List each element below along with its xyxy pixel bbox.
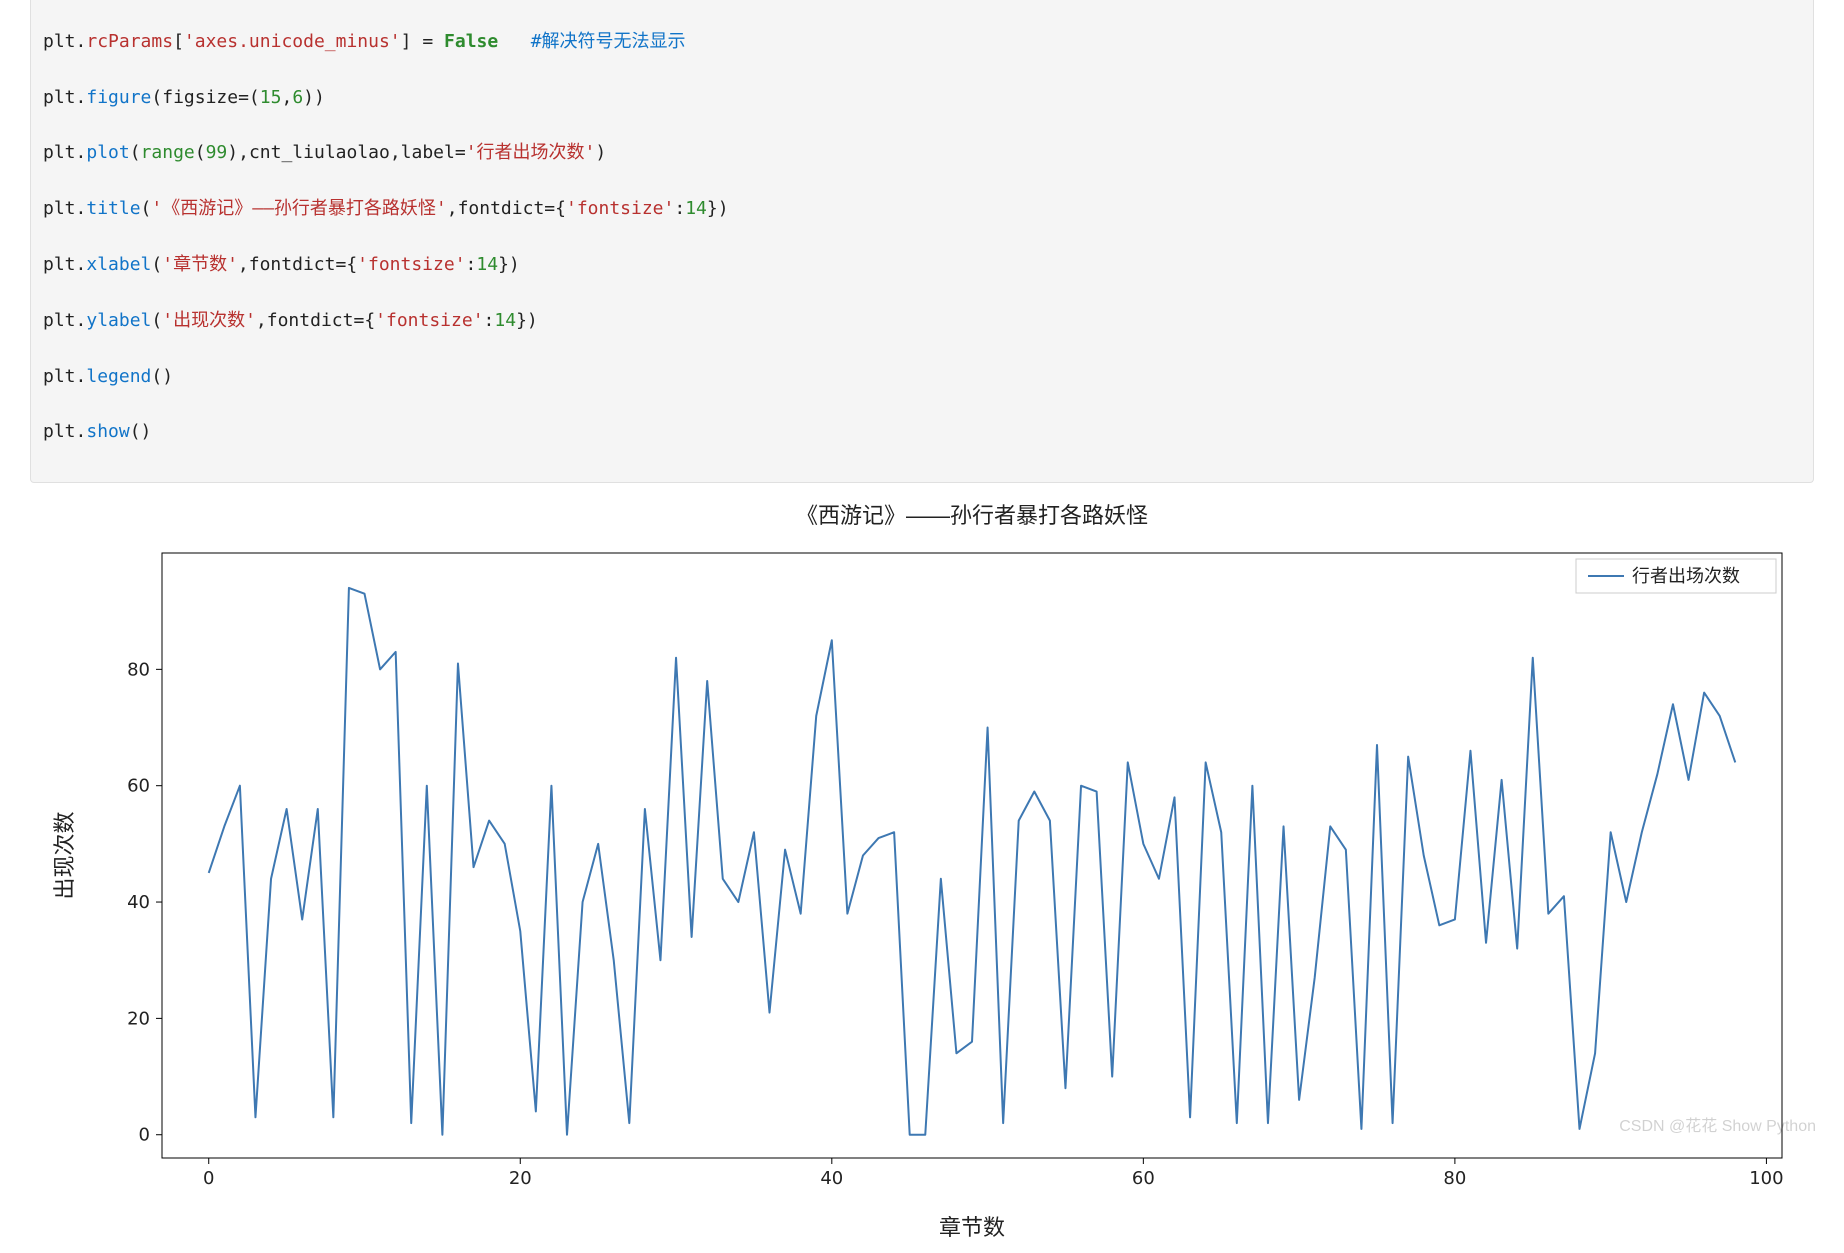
chart-title: 《西游记》——孙行者暴打各路妖怪 [796, 503, 1148, 528]
code-line-3: plt.plot(range(99),cnt_liulaolao,label='… [43, 139, 1801, 167]
code-line-4: plt.title('《西游记》——孙行者暴打各路妖怪',fontdict={'… [43, 195, 1801, 223]
x-axis-label: 章节数 [939, 1215, 1005, 1240]
x-tick-label: 60 [1132, 1168, 1155, 1189]
x-tick-label: 40 [820, 1168, 843, 1189]
y-tick-label: 40 [127, 892, 150, 913]
code-line-5: plt.xlabel('章节数',fontdict={'fontsize':14… [43, 251, 1801, 279]
code-line-6: plt.ylabel('出现次数',fontdict={'fontsize':1… [43, 307, 1801, 335]
y-tick-label: 60 [127, 776, 150, 797]
x-tick-label: 0 [203, 1168, 214, 1189]
line-chart: 《西游记》——孙行者暴打各路妖怪 0 20 40 60 80 0 20 40 60 80 100 章节数… [32, 493, 1812, 1253]
code-line-2: plt.figure(figsize=(15,6)) [43, 84, 1801, 112]
chart-output: 《西游记》——孙行者暴打各路妖怪 0 20 40 60 80 0 20 40 60 80 100 章节数… [30, 493, 1814, 1253]
x-tick-label: 100 [1749, 1168, 1783, 1189]
legend-label: 行者出场次数 [1632, 566, 1740, 586]
y-tick-label: 20 [127, 1009, 150, 1030]
code-line-8: plt.show() [43, 418, 1801, 446]
code-cell: plt.rcParams['axes.unicode_minus'] = Fal… [30, 0, 1814, 483]
y-axis-label: 出现次数 [52, 812, 77, 900]
code-line-7: plt.legend() [43, 363, 1801, 391]
y-tick-label: 80 [127, 659, 150, 680]
series-line [209, 588, 1736, 1135]
code-line-1: plt.rcParams['axes.unicode_minus'] = Fal… [43, 28, 1801, 56]
y-tick-label: 0 [139, 1125, 150, 1146]
plot-frame [162, 553, 1782, 1158]
x-tick-label: 80 [1443, 1168, 1466, 1189]
x-tick-label: 20 [509, 1168, 532, 1189]
watermark-text: CSDN @花花 Show Python [1619, 1112, 1816, 1136]
